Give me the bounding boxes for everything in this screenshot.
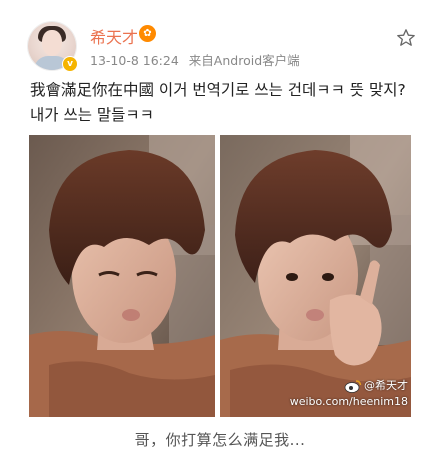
post-photo-1[interactable]	[29, 135, 215, 417]
watermark-handle: @希天才	[364, 379, 408, 392]
weibo-logo-icon	[344, 379, 362, 393]
vip-badge-icon: ✿	[139, 25, 156, 42]
post-source: 来自Android客户端	[188, 53, 300, 68]
verified-badge-icon: v	[62, 56, 78, 72]
weibo-post: v 希天才 ✿ 13-10-8 16:24 来自Android客户端 我會滿足你在…	[0, 0, 440, 469]
favorite-star-icon[interactable]	[396, 28, 416, 48]
username-link[interactable]: 希天才	[90, 24, 138, 48]
caption-text: 哥，你打算怎么满足我...	[134, 431, 306, 449]
post-photo-2[interactable]	[220, 135, 411, 417]
post-text: 我會滿足你在中國 이거 번역기로 쓰는 건데ㅋㅋ 뜻 맞지? 내가 쓰는 말들ㅋ…	[30, 81, 406, 124]
post-meta: 13-10-8 16:24 来自Android客户端	[90, 50, 300, 69]
post-timestamp[interactable]: 13-10-8 16:24	[90, 53, 179, 68]
weibo-watermark: @希天才 weibo.com/heenim18	[290, 378, 408, 410]
watermark-url: weibo.com/heenim18	[289, 395, 408, 408]
